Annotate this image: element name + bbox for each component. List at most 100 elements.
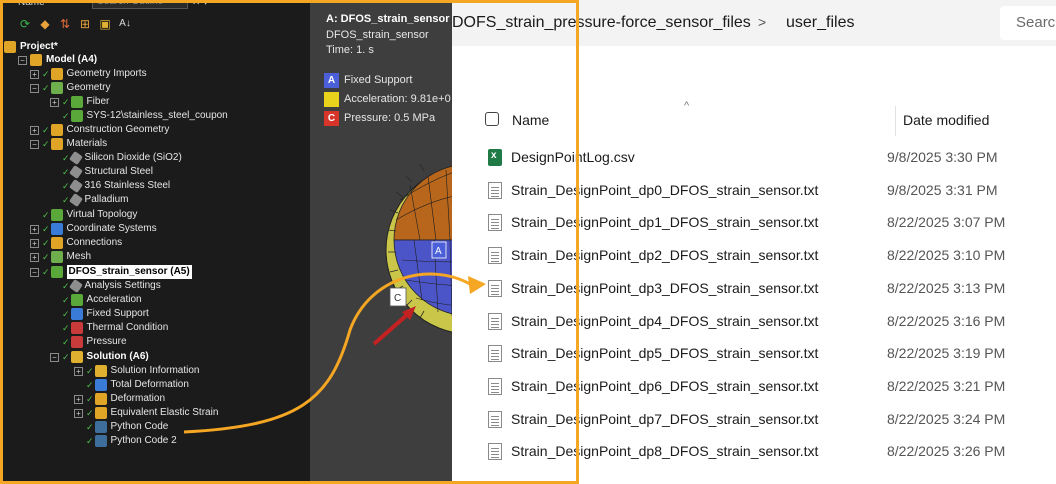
tree-node-project[interactable]: Project* bbox=[4, 40, 58, 54]
tree-item-label: Pressure bbox=[86, 336, 127, 347]
collapse-icon[interactable]: − bbox=[30, 267, 39, 277]
file-date-modified: 8/22/2025 3:10 PM bbox=[887, 247, 1006, 263]
address-bar[interactable]: DOFS_strain_pressure-force_sensor_files … bbox=[452, 0, 1056, 46]
tree-node-acceleration[interactable]: ✓ Acceleration bbox=[62, 293, 142, 307]
outline-header: Name Search Outline ✕ ▾ bbox=[0, 0, 310, 12]
outline-search-input[interactable]: Search Outline bbox=[92, 0, 188, 9]
expand-icon[interactable]: + bbox=[74, 408, 83, 418]
breadcrumb-parent[interactable]: DOFS_strain_pressure-force_sensor_files bbox=[452, 14, 751, 32]
tree-node-material-palladium[interactable]: ✓ Palladium bbox=[62, 193, 128, 207]
collapse-icon[interactable]: − bbox=[18, 55, 27, 65]
file-row[interactable]: Strain_DesignPoint_dp6_DFOS_strain_senso… bbox=[488, 373, 1056, 399]
tree-node-solution[interactable]: − ✓ Solution (A6) bbox=[50, 350, 149, 364]
tree-node-python-code[interactable]: ✓ Python Code bbox=[86, 420, 168, 434]
tree-node-material-structural-steel[interactable]: ✓ Structural Steel bbox=[62, 165, 153, 179]
tree-item-icon bbox=[50, 68, 63, 80]
file-name: Strain_DesignPoint_dp5_DFOS_strain_senso… bbox=[511, 345, 819, 361]
collapse-icon[interactable]: − bbox=[30, 83, 39, 93]
column-header-name[interactable]: Name bbox=[512, 112, 549, 128]
select-all-checkbox[interactable] bbox=[485, 112, 499, 126]
tree-node-deformation[interactable]: + ✓ Deformation bbox=[74, 392, 165, 406]
tree-node-total-deformation[interactable]: ✓ Total Deformation bbox=[86, 378, 189, 392]
file-row[interactable]: Strain_DesignPoint_dp4_DFOS_strain_senso… bbox=[488, 308, 1056, 334]
collapse-icon[interactable]: − bbox=[30, 139, 39, 149]
tree-node-solution-information[interactable]: + ✓ Solution Information bbox=[74, 364, 200, 378]
tree-node-coordinate-systems[interactable]: + ✓ Coordinate Systems bbox=[30, 222, 157, 236]
expand-icon[interactable]: + bbox=[30, 252, 39, 262]
tree-node-pressure[interactable]: ✓ Pressure bbox=[62, 335, 127, 349]
tree-item-icon bbox=[50, 266, 63, 278]
sort-alpha-icon[interactable]: A↓ bbox=[118, 17, 132, 31]
refresh-icon[interactable]: ⟳ bbox=[18, 17, 32, 31]
tree-node-material-sio2[interactable]: ✓ Silicon Dioxide (SiO2) bbox=[62, 151, 182, 165]
name-filter-dropdown[interactable]: Name bbox=[18, 0, 45, 8]
expand-icon[interactable]: + bbox=[50, 97, 59, 107]
tree-item-icon bbox=[50, 209, 63, 221]
expand-icon[interactable]: + bbox=[30, 69, 39, 79]
file-date-modified: 8/22/2025 3:24 PM bbox=[887, 411, 1006, 427]
file-row[interactable]: Strain_DesignPoint_dp3_DFOS_strain_senso… bbox=[488, 275, 1056, 301]
sort-icon[interactable]: ⇅ bbox=[58, 17, 72, 31]
folder-icon[interactable]: ▣ bbox=[98, 17, 112, 31]
search-input[interactable]: Searc bbox=[1000, 6, 1056, 40]
status-check-icon: ✓ bbox=[62, 295, 70, 305]
status-check-icon: ✓ bbox=[62, 111, 70, 121]
tree-node-coupon[interactable]: ✓ SYS-12\stainless_steel_coupon bbox=[62, 109, 228, 123]
tree-node-material-316[interactable]: ✓ 316 Stainless Steel bbox=[62, 179, 170, 193]
tree-node-analysis[interactable]: − ✓ DFOS_strain_sensor (A5) bbox=[30, 265, 192, 279]
tree-item-label: SYS-12\stainless_steel_coupon bbox=[86, 110, 228, 121]
tree-node-analysis-settings[interactable]: ✓ Analysis Settings bbox=[62, 279, 161, 293]
status-check-icon: ✓ bbox=[86, 380, 94, 390]
tree-item-icon bbox=[70, 110, 83, 122]
tree-item-icon bbox=[68, 279, 83, 293]
file-row[interactable]: Strain_DesignPoint_dp1_DFOS_strain_senso… bbox=[488, 209, 1056, 235]
tree-node-virtual-topology[interactable]: ✓ Virtual Topology bbox=[42, 208, 137, 222]
tree-item-icon bbox=[94, 407, 107, 419]
tree-node-equivalent-elastic-strain[interactable]: + ✓ Equivalent Elastic Strain bbox=[74, 406, 218, 420]
expand-icon[interactable]: + bbox=[30, 238, 39, 248]
tree-node-model[interactable]: − Model (A4) bbox=[18, 53, 97, 67]
tree-node-python-code-2[interactable]: ✓ Python Code 2 bbox=[86, 434, 177, 448]
chevron-right-icon[interactable]: > bbox=[758, 14, 766, 30]
file-row[interactable]: DesignPointLog.csv 9/8/2025 3:30 PM bbox=[488, 144, 1056, 170]
text-file-icon bbox=[488, 213, 502, 231]
status-check-icon: ✓ bbox=[42, 252, 50, 262]
column-header-date[interactable]: Date modified bbox=[903, 112, 989, 128]
tree-node-materials[interactable]: − ✓ Materials bbox=[30, 137, 107, 151]
file-row[interactable]: Strain_DesignPoint_dp7_DFOS_strain_senso… bbox=[488, 406, 1056, 432]
tree-node-geometry[interactable]: − ✓ Geometry bbox=[30, 81, 110, 95]
tree-node-mesh[interactable]: + ✓ Mesh bbox=[30, 250, 91, 264]
tree-item-icon bbox=[50, 223, 63, 235]
file-row[interactable]: Strain_DesignPoint_dp8_DFOS_strain_senso… bbox=[488, 438, 1056, 464]
status-check-icon: ✓ bbox=[86, 366, 94, 376]
tree-node-thermal-condition[interactable]: ✓ Thermal Condition bbox=[62, 321, 168, 335]
graphics-viewport[interactable]: A: DFOS_strain_sensor DFOS_strain_sensor… bbox=[310, 0, 452, 484]
clear-search-icon[interactable]: ✕ ▾ bbox=[192, 0, 208, 8]
grid-icon[interactable]: ⊞ bbox=[78, 17, 92, 31]
tree-node-geometry-imports[interactable]: + ✓ Geometry Imports bbox=[30, 67, 147, 81]
collapse-icon[interactable]: − bbox=[50, 352, 59, 362]
breadcrumb-current[interactable]: user_files bbox=[786, 14, 854, 32]
file-date-modified: 8/22/2025 3:16 PM bbox=[887, 313, 1006, 329]
expand-icon[interactable]: + bbox=[30, 224, 39, 234]
tree-node-fiber[interactable]: + ✓ Fiber bbox=[50, 95, 109, 109]
expand-icon[interactable]: + bbox=[30, 125, 39, 135]
tree-item-icon bbox=[68, 193, 83, 207]
file-name: Strain_DesignPoint_dp1_DFOS_strain_senso… bbox=[511, 214, 819, 230]
expand-icon[interactable]: + bbox=[74, 366, 83, 376]
tree-node-fixed-support[interactable]: ✓ Fixed Support bbox=[62, 307, 149, 321]
text-file-icon bbox=[488, 181, 502, 199]
tree-item-label: Total Deformation bbox=[110, 379, 189, 390]
file-row[interactable]: Strain_DesignPoint_dp2_DFOS_strain_senso… bbox=[488, 242, 1056, 268]
tag-icon[interactable]: ◆ bbox=[38, 17, 52, 31]
file-row[interactable]: Strain_DesignPoint_dp0_DFOS_strain_senso… bbox=[488, 177, 1056, 203]
tree-item-icon bbox=[94, 365, 107, 377]
text-file-icon bbox=[488, 312, 502, 330]
column-divider[interactable] bbox=[895, 106, 896, 136]
status-check-icon: ✓ bbox=[86, 394, 94, 404]
file-row[interactable]: Strain_DesignPoint_dp5_DFOS_strain_senso… bbox=[488, 340, 1056, 366]
tree-node-connections[interactable]: + ✓ Connections bbox=[30, 236, 122, 250]
tree-node-construction-geometry[interactable]: + ✓ Construction Geometry bbox=[30, 123, 169, 137]
expand-icon[interactable]: + bbox=[74, 394, 83, 404]
model-marker-c: C bbox=[394, 293, 401, 304]
